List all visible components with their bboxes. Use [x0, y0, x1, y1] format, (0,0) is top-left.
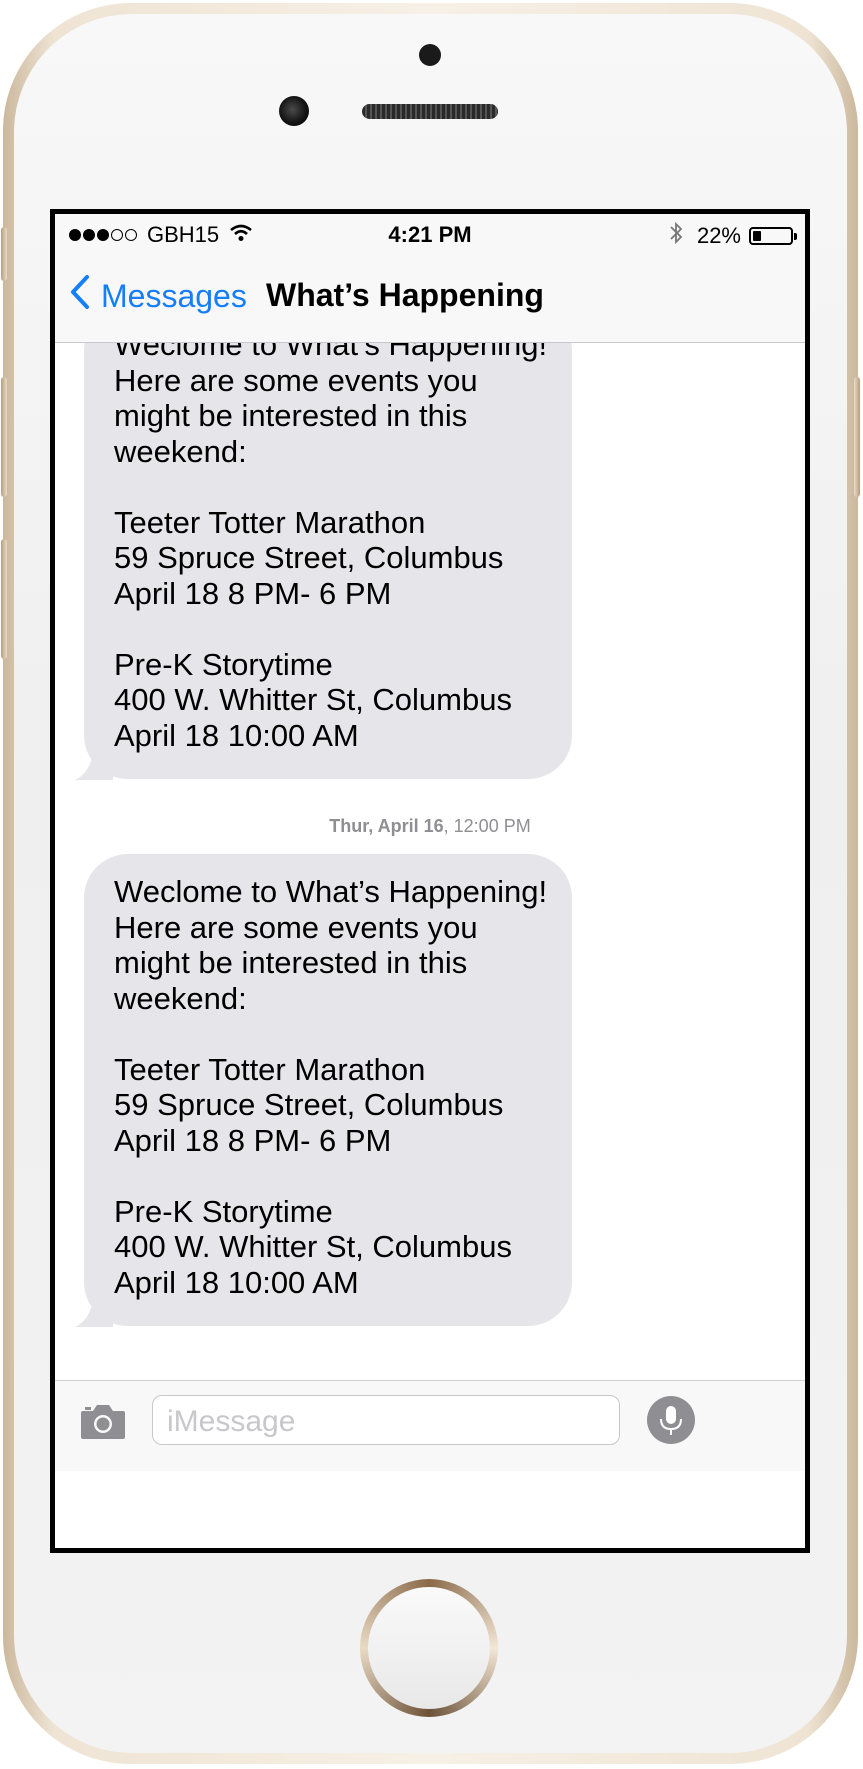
message-line: Teeter Totter Marathon [114, 1051, 426, 1087]
conversation-title: What’s Happening [266, 277, 544, 313]
message-body: Weclome to What’s Happening! Here are so… [84, 343, 572, 779]
message-line: April 18 10:00 AM [114, 717, 359, 753]
compose-bar: iMessage [55, 1380, 805, 1471]
message-line: Teeter Totter Marathon [114, 504, 426, 540]
message-line: Weclome to What’s Happening! [114, 874, 548, 909]
message-body: Weclome to What’s Happening! Here are so… [84, 854, 572, 1326]
microphone-icon [647, 1406, 695, 1448]
battery-percent: 22% [696, 223, 741, 248]
power-button [854, 377, 860, 497]
message-line: April 18 8 PM- 6 PM [114, 575, 392, 611]
proximity-sensor [419, 44, 441, 66]
message-line: weekend: [114, 980, 247, 1016]
message-line: April 18 8 PM- 6 PM [114, 1122, 392, 1158]
message-line [114, 469, 552, 505]
chevron-left-icon [69, 274, 91, 318]
message-line: 400 W. Whitter St, Columbus [114, 1229, 512, 1264]
message-line: Pre-K Storytime [114, 646, 333, 682]
screen-bezel: GBH15 4:21 PM 22% Messages What’s Happen… [50, 209, 810, 1553]
camera-button[interactable] [79, 1401, 127, 1446]
earpiece-speaker [362, 104, 498, 119]
message-line [114, 1016, 552, 1052]
display: GBH15 4:21 PM 22% Messages What’s Happen… [55, 214, 805, 1548]
message-line: might be interested in this [114, 398, 468, 433]
navigation-bar: Messages What’s Happening [55, 254, 805, 343]
message-thread[interactable]: Weclome to What’s Happening! Here are so… [55, 343, 805, 1379]
volume-down-button [1, 539, 7, 659]
timestamp-time: , 12:00 PM [443, 816, 531, 836]
message-line: April 18 10:00 AM [114, 1264, 359, 1300]
message-line: weekend: [114, 433, 247, 469]
message-line [114, 611, 552, 647]
message-line: 400 W. Whitter St, Columbus [114, 682, 512, 717]
message-bubble[interactable]: Weclome to What’s Happening! Here are so… [74, 343, 594, 780]
message-line: Here are some events you [114, 909, 478, 945]
camera-icon [79, 1405, 127, 1445]
message-timestamp: Thur, April 16, 12:00 PM [55, 816, 805, 837]
message-line [114, 1158, 552, 1194]
mute-switch [1, 227, 7, 281]
message-line: 59 Spruce Street, Columbus [114, 540, 504, 575]
status-right: 22% [669, 221, 797, 251]
volume-up-button [1, 377, 7, 497]
status-bar: GBH15 4:21 PM 22% [55, 214, 805, 254]
battery-icon [749, 227, 797, 245]
microphone-button[interactable] [647, 1396, 695, 1444]
bluetooth-icon [669, 221, 683, 251]
front-camera [279, 96, 309, 126]
message-line: Weclome to What’s Happening! [114, 343, 548, 362]
back-label: Messages [101, 277, 247, 314]
timestamp-day: Thur, April 16 [329, 816, 444, 836]
message-line: 59 Spruce Street, Columbus [114, 1087, 504, 1122]
back-button[interactable]: Messages [69, 274, 247, 318]
message-bubble[interactable]: Weclome to What’s Happening! Here are so… [74, 854, 594, 1327]
message-line: Pre-K Storytime [114, 1193, 333, 1229]
message-input[interactable]: iMessage [152, 1395, 620, 1445]
home-button[interactable] [360, 1579, 498, 1717]
input-placeholder: iMessage [167, 1405, 296, 1438]
message-line: might be interested in this [114, 945, 468, 980]
message-line: Here are some events you [114, 362, 478, 398]
